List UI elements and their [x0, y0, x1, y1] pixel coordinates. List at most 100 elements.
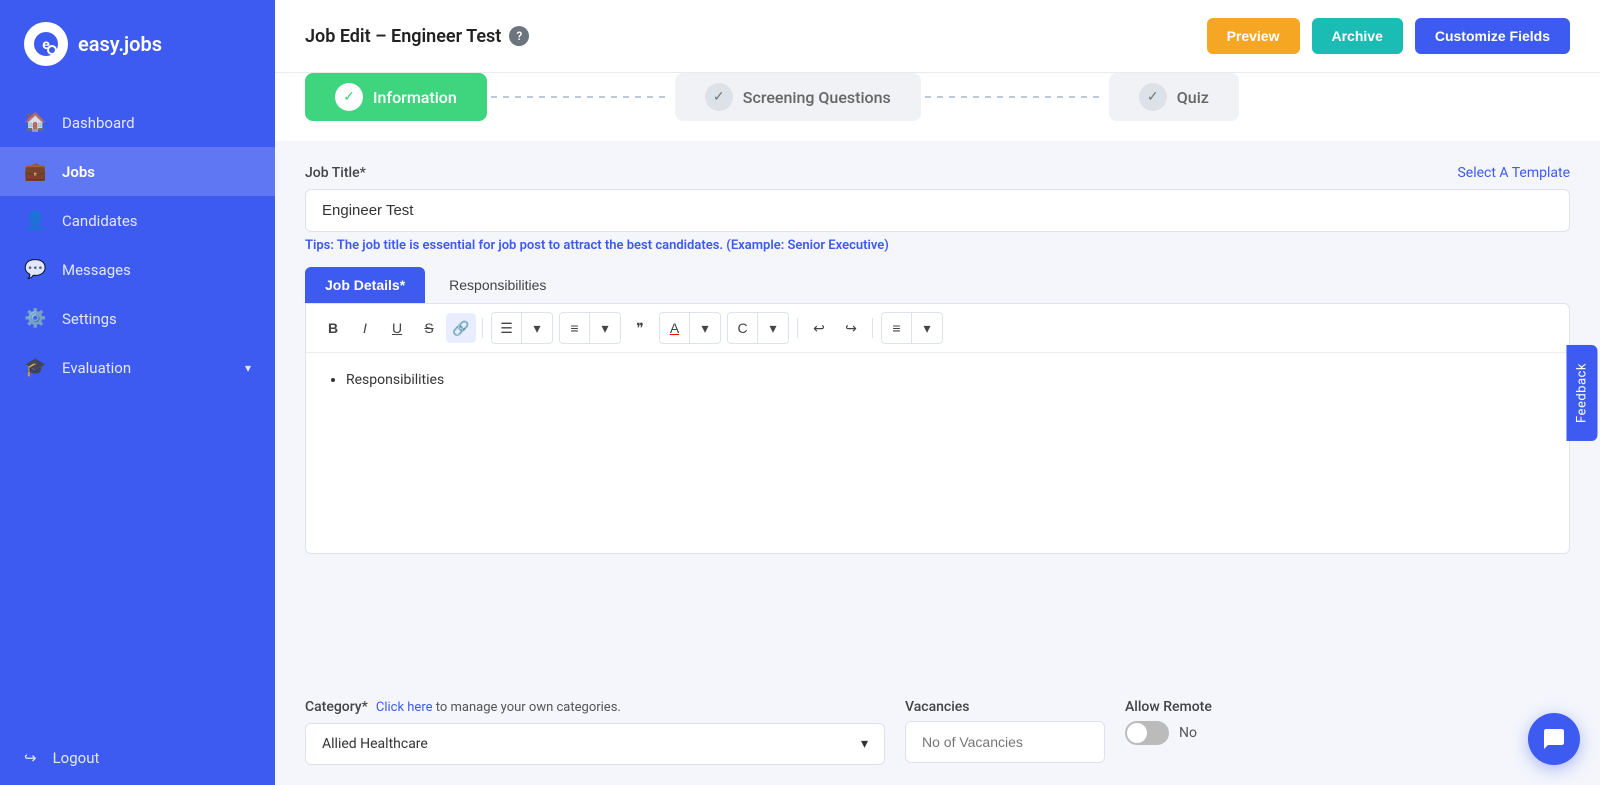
link-button[interactable]: 🔗	[446, 313, 476, 343]
sidebar-item-label: Dashboard	[62, 114, 251, 132]
chat-button[interactable]	[1528, 713, 1580, 765]
underline-button[interactable]: U	[382, 313, 412, 343]
feedback-button[interactable]: Feedback	[1567, 345, 1598, 441]
unordered-list-button[interactable]: ☰	[492, 313, 522, 343]
sidebar-item-label: Messages	[62, 261, 251, 279]
logout-icon: ↪	[24, 749, 37, 767]
step-quiz[interactable]: ✓ Quiz	[1109, 73, 1239, 121]
job-title-label: Job Title*	[305, 165, 366, 181]
customize-fields-button[interactable]: Customize Fields	[1415, 18, 1570, 54]
sidebar-item-evaluation[interactable]: 🎓 Evaluation ▾	[0, 343, 275, 392]
sidebar-item-label: Evaluation	[62, 359, 229, 377]
step-information-label: Information	[373, 88, 457, 107]
sidebar-item-label: Candidates	[62, 212, 251, 230]
job-title-header: Job Title* Select A Template	[305, 165, 1570, 181]
ordered-list-group: ≡ ▾	[559, 312, 621, 344]
strikethrough-button[interactable]: S	[414, 313, 444, 343]
evaluation-icon: 🎓	[24, 357, 46, 378]
step-screening[interactable]: ✓ Screening Questions	[675, 73, 921, 121]
align-chevron[interactable]: ▾	[912, 313, 942, 343]
allow-remote-toggle[interactable]	[1125, 721, 1169, 745]
header-actions: Preview Archive Customize Fields	[1207, 18, 1570, 54]
bg-color-button[interactable]: C	[728, 313, 758, 343]
step-information[interactable]: ✓ Information	[305, 73, 487, 121]
logo-icon: e	[24, 22, 68, 66]
home-icon: 🏠	[24, 112, 46, 133]
vacancies-input[interactable]	[905, 721, 1105, 763]
select-template-link[interactable]: Select A Template	[1457, 165, 1570, 181]
step-quiz-icon: ✓	[1139, 83, 1167, 111]
align-group: ≡ ▾	[881, 312, 943, 344]
step-screening-label: Screening Questions	[743, 88, 891, 107]
step-quiz-label: Quiz	[1177, 88, 1209, 107]
allow-remote-section: Allow Remote No	[1125, 699, 1212, 745]
allow-remote-value: No	[1179, 725, 1197, 741]
text-color-button[interactable]: A	[660, 313, 690, 343]
sidebar: e easy.jobs 🏠 Dashboard 💼 Jobs 👤 Candida…	[0, 0, 275, 785]
sidebar-item-jobs[interactable]: 💼 Jobs	[0, 147, 275, 196]
job-title-input[interactable]	[305, 189, 1570, 232]
step-information-icon: ✓	[335, 83, 363, 111]
tab-job-details[interactable]: Job Details*	[305, 267, 425, 303]
sidebar-nav: 🏠 Dashboard 💼 Jobs 👤 Candidates 💬 Messag…	[0, 88, 275, 731]
sidebar-item-label: Jobs	[62, 163, 251, 181]
category-field-group: Category* Click here to manage your own …	[305, 699, 885, 765]
page-header: Job Edit – Engineer Test ? Preview Archi…	[275, 0, 1600, 73]
steps-container: ✓ Information ✓ Screening Questions ✓ Qu…	[275, 73, 1600, 141]
vacancies-label: Vacancies	[905, 699, 1105, 715]
tips-text: Tips: The job title is essential for job…	[305, 238, 1570, 253]
category-select[interactable]: Allied Healthcare ▾	[305, 723, 885, 765]
editor-content[interactable]: Responsibilities	[306, 353, 1569, 553]
tips-prefix: Tips:	[305, 238, 334, 253]
category-label: Category*	[305, 699, 368, 715]
sidebar-item-dashboard[interactable]: 🏠 Dashboard	[0, 98, 275, 147]
jobs-icon: 💼	[24, 161, 46, 182]
quote-button[interactable]: ❞	[625, 313, 655, 343]
undo-button[interactable]: ↩	[804, 313, 834, 343]
logout-item[interactable]: ↪ Logout	[0, 731, 275, 785]
help-icon[interactable]: ?	[509, 26, 529, 46]
editor-toolbar: B I U S 🔗 ☰ ▾ ≡ ▾ ❞ A ▾	[306, 304, 1569, 353]
italic-button[interactable]: I	[350, 313, 380, 343]
preview-button[interactable]: Preview	[1207, 18, 1300, 54]
step-divider-2	[925, 96, 1105, 98]
allow-remote-label: Allow Remote	[1125, 699, 1212, 715]
unordered-list-chevron[interactable]: ▾	[522, 313, 552, 343]
text-color-chevron[interactable]: ▾	[690, 313, 720, 343]
sidebar-item-label: Settings	[62, 310, 251, 328]
bg-color-chevron[interactable]: ▾	[758, 313, 788, 343]
candidates-icon: 👤	[24, 210, 46, 231]
page-title: Job Edit – Engineer Test ?	[305, 26, 529, 47]
toolbar-divider-1	[482, 318, 483, 338]
category-manage-link[interactable]: Click here	[376, 700, 433, 715]
sidebar-item-settings[interactable]: ⚙️ Settings	[0, 294, 275, 343]
align-button[interactable]: ≡	[882, 313, 912, 343]
toggle-row: No	[1125, 721, 1212, 745]
editor-tabs: Job Details* Responsibilities	[305, 267, 1570, 303]
tab-responsibilities[interactable]: Responsibilities	[429, 267, 566, 303]
ordered-list-chevron[interactable]: ▾	[590, 313, 620, 343]
logout-label: Logout	[53, 749, 100, 767]
redo-button[interactable]: ↪	[836, 313, 866, 343]
dropdown-arrow-icon: ▾	[861, 736, 868, 752]
chevron-down-icon: ▾	[245, 361, 251, 375]
messages-icon: 💬	[24, 259, 46, 280]
sidebar-item-candidates[interactable]: 👤 Candidates	[0, 196, 275, 245]
archive-button[interactable]: Archive	[1312, 18, 1403, 54]
form-area: Job Title* Select A Template Tips: The j…	[275, 141, 1600, 679]
text-color-group: A ▾	[659, 312, 721, 344]
settings-icon: ⚙️	[24, 308, 46, 329]
vacancies-field-group: Vacancies	[905, 699, 1105, 763]
step-screening-icon: ✓	[705, 83, 733, 111]
bg-color-group: C ▾	[727, 312, 789, 344]
bold-button[interactable]: B	[318, 313, 348, 343]
unordered-list-group: ☰ ▾	[491, 312, 553, 344]
logo-text: easy.jobs	[78, 32, 162, 56]
ordered-list-button[interactable]: ≡	[560, 313, 590, 343]
main-content: Job Edit – Engineer Test ? Preview Archi…	[275, 0, 1600, 785]
step-divider-1	[491, 96, 671, 98]
editor-container: B I U S 🔗 ☰ ▾ ≡ ▾ ❞ A ▾	[305, 303, 1570, 554]
toolbar-divider-2	[797, 318, 798, 338]
sidebar-item-messages[interactable]: 💬 Messages	[0, 245, 275, 294]
category-hint: Click here to manage your own categories…	[376, 700, 621, 715]
